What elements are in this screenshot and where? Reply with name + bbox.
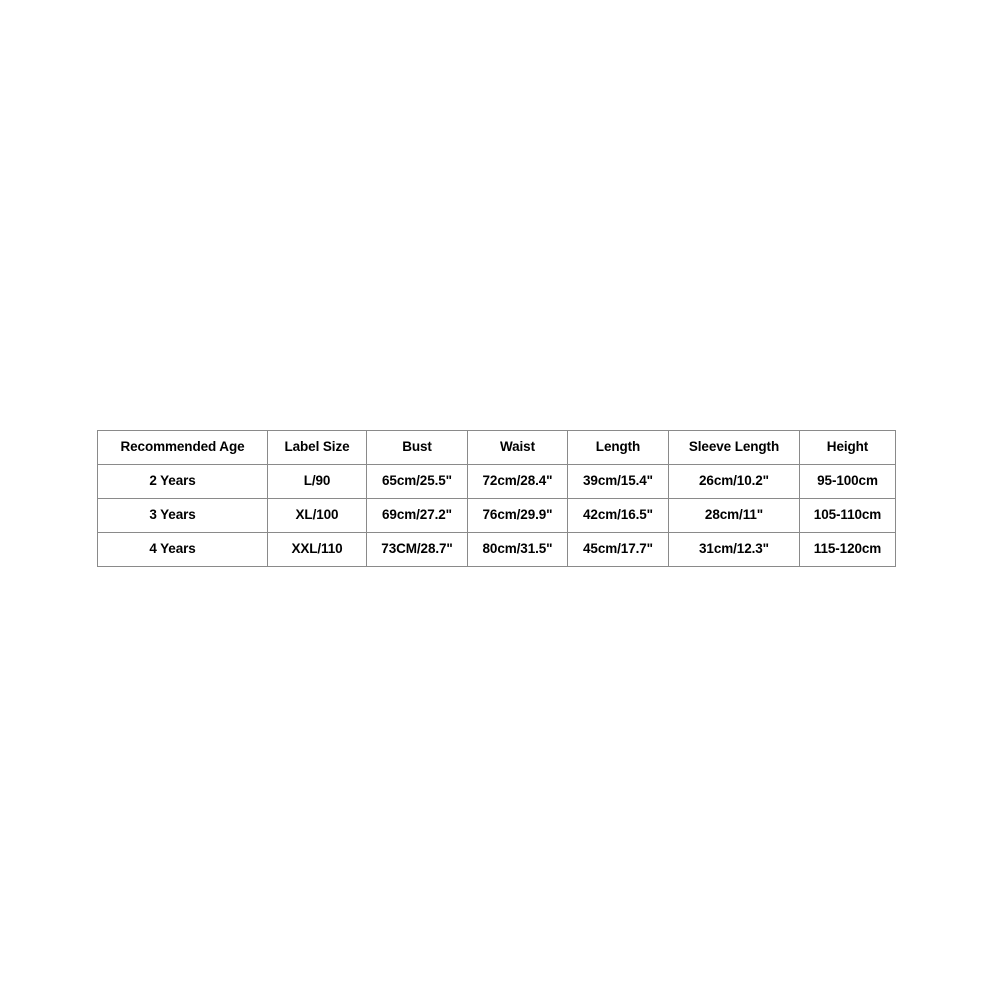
cell-bust: 65cm/25.5": [366, 464, 468, 499]
table-body: 2 Years L/90 65cm/25.5" 72cm/28.4" 39cm/…: [97, 464, 896, 567]
cell-waist: 72cm/28.4": [467, 464, 568, 499]
size-chart-container: Recommended Age Label Size Bust Waist Le…: [97, 430, 896, 567]
column-header-recommended-age: Recommended Age: [97, 430, 268, 465]
cell-length: 42cm/16.5": [567, 498, 669, 533]
cell-height: 95-100cm: [799, 464, 896, 499]
column-header-label-size: Label Size: [267, 430, 367, 465]
cell-sleeve-length: 28cm/11": [668, 498, 800, 533]
cell-bust: 69cm/27.2": [366, 498, 468, 533]
cell-length: 39cm/15.4": [567, 464, 669, 499]
table-header: Recommended Age Label Size Bust Waist Le…: [97, 430, 896, 465]
cell-bust: 73CM/28.7": [366, 532, 468, 567]
cell-waist: 80cm/31.5": [467, 532, 568, 567]
cell-recommended-age: 3 Years: [97, 498, 268, 533]
table-row: 4 Years XXL/110 73CM/28.7" 80cm/31.5" 45…: [97, 532, 896, 567]
cell-sleeve-length: 26cm/10.2": [668, 464, 800, 499]
cell-label-size: XL/100: [267, 498, 367, 533]
column-header-height: Height: [799, 430, 896, 465]
column-header-sleeve-length: Sleeve Length: [668, 430, 800, 465]
table-row: 2 Years L/90 65cm/25.5" 72cm/28.4" 39cm/…: [97, 464, 896, 499]
cell-sleeve-length: 31cm/12.3": [668, 532, 800, 567]
cell-height: 105-110cm: [799, 498, 896, 533]
cell-waist: 76cm/29.9": [467, 498, 568, 533]
size-chart-table: Recommended Age Label Size Bust Waist Le…: [97, 430, 896, 567]
cell-recommended-age: 4 Years: [97, 532, 268, 567]
cell-length: 45cm/17.7": [567, 532, 669, 567]
column-header-length: Length: [567, 430, 669, 465]
cell-height: 115-120cm: [799, 532, 896, 567]
cell-label-size: XXL/110: [267, 532, 367, 567]
table-header-row: Recommended Age Label Size Bust Waist Le…: [97, 430, 896, 465]
cell-recommended-age: 2 Years: [97, 464, 268, 499]
cell-label-size: L/90: [267, 464, 367, 499]
table-row: 3 Years XL/100 69cm/27.2" 76cm/29.9" 42c…: [97, 498, 896, 533]
column-header-bust: Bust: [366, 430, 468, 465]
column-header-waist: Waist: [467, 430, 568, 465]
